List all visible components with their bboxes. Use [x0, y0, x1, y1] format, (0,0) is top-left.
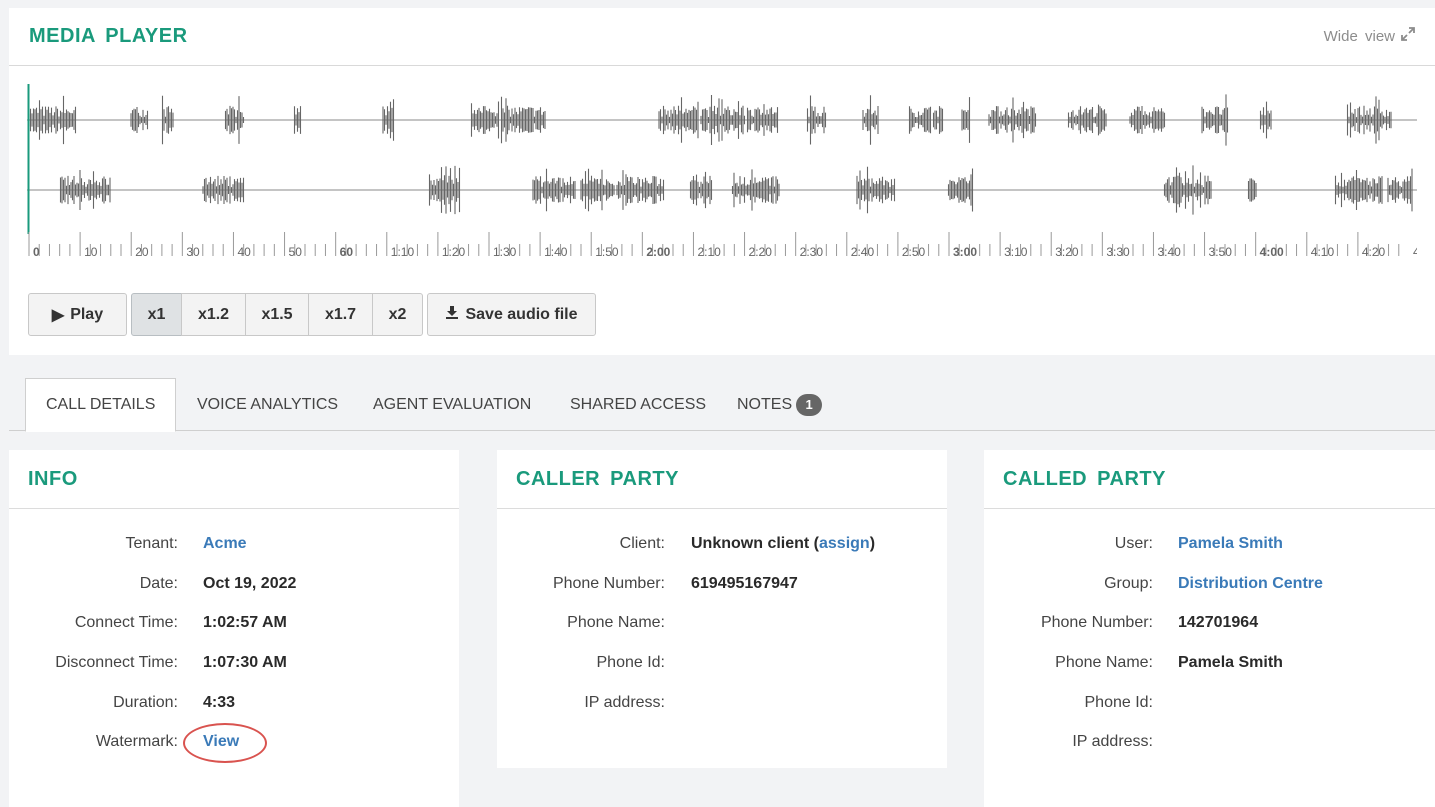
timeline-tick-label: 2:50 — [902, 245, 926, 259]
play-button[interactable]: ▶ Play — [28, 293, 127, 336]
client-prefix: Unknown client ( — [691, 535, 819, 552]
highlight-annotation — [183, 723, 267, 763]
timeline-tick-label: 1:10 — [391, 245, 415, 259]
media-player-panel: MEDIA PLAYER Wide view 0 10 20 30 40 50 60 1:10… — [9, 8, 1435, 355]
called-divider — [984, 508, 1435, 509]
timeline-tick-label: 2:40 — [851, 245, 875, 259]
timeline-tick-label: 50 — [289, 245, 303, 259]
speed-selector: x1 x1.2 x1.5 x1.7 x2 — [131, 293, 423, 336]
info-title: INFO — [28, 468, 78, 490]
called-party-title: CALLED PARTY — [1003, 468, 1166, 490]
timeline-tick-label: 3:10 — [1004, 245, 1028, 259]
caller-party-panel: CALLER PARTY — [497, 450, 947, 768]
connect-time-label: Connect Time: — [74, 614, 178, 631]
caller-phone-id-label: Phone Id: — [596, 654, 666, 671]
play-icon: ▶ — [51, 306, 65, 324]
assign-client-link[interactable]: assign — [819, 535, 870, 552]
timeline-tick-label: 3:50 — [1209, 245, 1233, 259]
detail-tabs: CALL DETAILS VOICE ANALYTICS AGENT EVALU… — [9, 378, 1435, 432]
timeline-tick-label: 20 — [135, 245, 149, 259]
watermark-label: Watermark: — [95, 733, 178, 750]
notes-count-badge: 1 — [796, 393, 823, 416]
media-player-title: MEDIA PLAYER — [29, 25, 188, 47]
speed-x1-button[interactable]: x1 — [131, 293, 182, 336]
timeline-tick-label: 4:00 — [1260, 245, 1284, 259]
tab-notes[interactable]: NOTES 1 — [737, 378, 823, 431]
timeline-tick-label: 1:40 — [544, 245, 568, 259]
duration-value: 4:33 — [203, 694, 236, 711]
client-value: Unknown client (assign) — [691, 535, 875, 553]
timeline-tick-label: 40 — [237, 245, 251, 259]
timeline-tick-label: 30 — [186, 245, 200, 259]
player-divider — [9, 65, 1435, 66]
timeline-tick-label: 3:40 — [1157, 245, 1181, 259]
tab-agent-evaluation[interactable]: AGENT EVALUATION — [373, 378, 531, 431]
timeline-tick-label: 2:30 — [800, 245, 824, 259]
timeline-tick-label: 1:30 — [493, 245, 517, 259]
timeline-tick-label: 3:00 — [953, 245, 977, 259]
duration-label: Duration: — [113, 694, 178, 711]
speed-x2-button[interactable]: x2 — [372, 293, 423, 336]
connect-time-value: 1:02:57 AM — [203, 614, 287, 631]
timeline-tick-label: 2:10 — [697, 245, 721, 259]
expand-icon — [1401, 27, 1415, 45]
timeline-tick-label: 3:30 — [1106, 245, 1130, 259]
timeline-tick-label: 10 — [84, 245, 98, 259]
timeline-tick-label: 2:20 — [749, 245, 773, 259]
caller-phone-name-label: Phone Name: — [567, 614, 665, 631]
tab-voice-analytics[interactable]: VOICE ANALYTICS — [197, 378, 338, 431]
speed-x1-7-button[interactable]: x1.7 — [308, 293, 373, 336]
group-link[interactable]: Distribution Centre — [1178, 575, 1323, 593]
tab-notes-label: NOTES — [737, 395, 793, 413]
timeline-tick-label: 1:20 — [442, 245, 466, 259]
player-controls: ▶ Play x1 x1.2 x1.5 x1.7 x2 Save audio f… — [28, 293, 596, 336]
client-suffix: ) — [869, 535, 876, 552]
timeline-tick-label: 4 — [1413, 245, 1417, 259]
speed-x1-2-button[interactable]: x1.2 — [181, 293, 246, 336]
group-label: Group: — [1104, 575, 1153, 592]
caller-phone-number-value: 619495167947 — [691, 575, 798, 592]
disconnect-time-label: Disconnect Time: — [55, 654, 178, 671]
date-label: Date: — [139, 575, 178, 592]
tab-shared-access[interactable]: SHARED ACCESS — [570, 378, 706, 431]
caller-phone-number-label: Phone Number: — [552, 575, 665, 592]
waveform[interactable]: 0 10 20 30 40 50 60 1:10 1:20 1:30 1:40 1:50 2:00 2:1… — [27, 84, 1417, 264]
save-audio-button[interactable]: Save audio file — [427, 293, 596, 336]
timeline-tick-label: 0 — [33, 245, 40, 259]
disconnect-time-value: 1:07:30 AM — [203, 654, 287, 671]
info-divider — [9, 508, 459, 509]
called-phone-name-label: Phone Name: — [1055, 654, 1153, 671]
wide-view-label: Wide view — [1323, 27, 1395, 45]
user-link[interactable]: Pamela Smith — [1178, 535, 1283, 553]
caller-divider — [497, 508, 947, 509]
called-phone-id-label: Phone Id: — [1084, 694, 1154, 711]
tenant-link[interactable]: Acme — [203, 535, 247, 553]
timeline-tick-label: 2:00 — [646, 245, 670, 259]
tab-call-details[interactable]: CALL DETAILS — [25, 378, 177, 432]
waveform-canvas[interactable]: 0 10 20 30 40 50 60 1:10 1:20 1:30 1:40 1:50 2:00 2:1… — [27, 84, 1417, 264]
user-label: User: — [1114, 535, 1153, 552]
play-label: Play — [70, 305, 104, 323]
called-phone-number-value: 142701964 — [1178, 614, 1259, 631]
called-phone-name-value: Pamela Smith — [1178, 654, 1283, 671]
save-audio-label: Save audio file — [465, 305, 578, 323]
tenant-label: Tenant: — [125, 535, 178, 552]
download-icon — [445, 305, 459, 324]
timeline-tick-label: 1:50 — [595, 245, 619, 259]
caller-ip-label: IP address: — [584, 694, 665, 711]
wide-view-button[interactable]: Wide view — [1324, 27, 1415, 45]
caller-party-title: CALLER PARTY — [516, 468, 679, 490]
called-phone-number-label: Phone Number: — [1040, 614, 1153, 631]
client-label: Client: — [619, 535, 665, 552]
timeline-tick-label: 4:10 — [1311, 245, 1335, 259]
date-value: Oct 19, 2022 — [203, 575, 297, 592]
timeline-tick-label: 3:20 — [1055, 245, 1079, 259]
called-ip-label: IP address: — [1072, 733, 1153, 750]
timeline-tick-label: 60 — [340, 245, 354, 259]
speed-x1-5-button[interactable]: x1.5 — [245, 293, 309, 336]
timeline-tick-label: 4:20 — [1362, 245, 1386, 259]
